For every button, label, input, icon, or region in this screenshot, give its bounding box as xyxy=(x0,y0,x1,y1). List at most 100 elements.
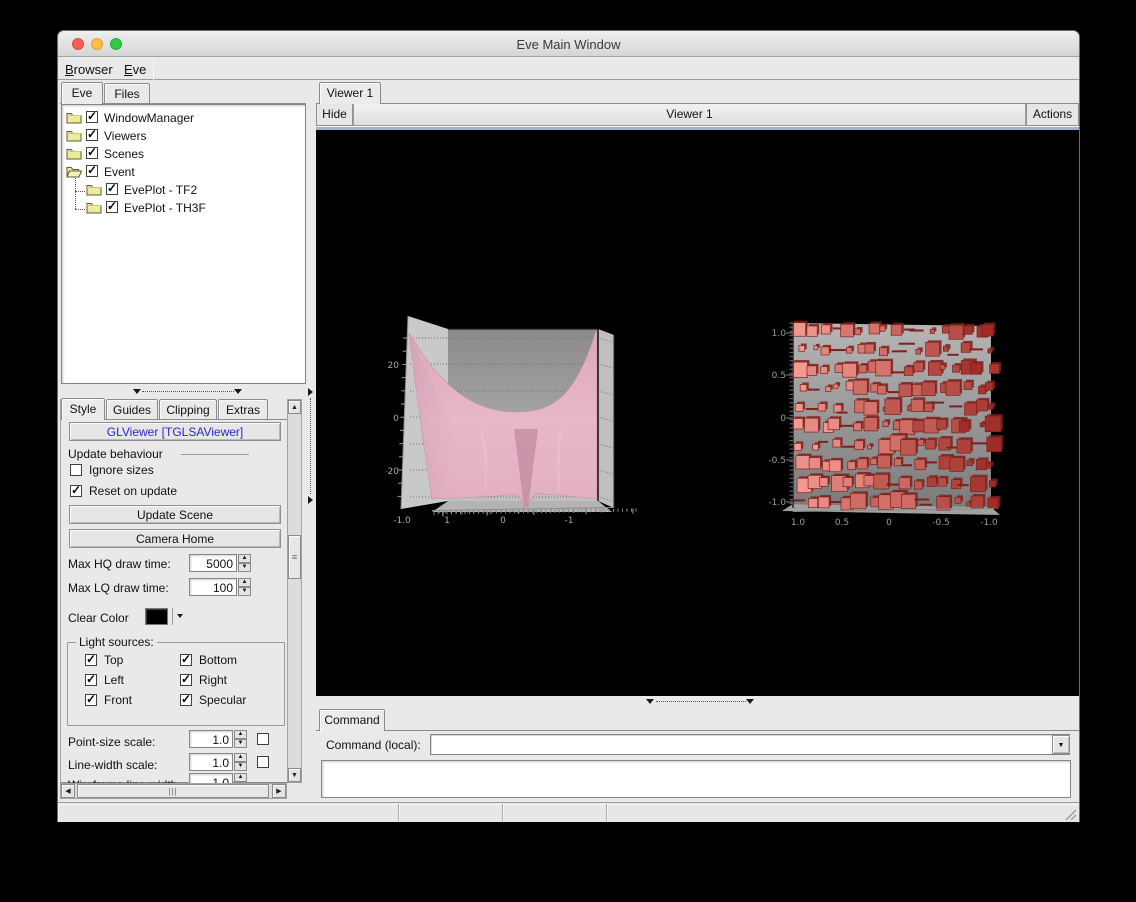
tree-connector xyxy=(75,191,85,192)
command-output-area[interactable] xyxy=(321,760,1071,798)
spin-down-button[interactable]: ▼ xyxy=(234,762,247,771)
scroll-down-button[interactable]: ▼ xyxy=(288,768,301,782)
light-right-label: Right xyxy=(199,673,227,687)
y-tick-label: 1.0 xyxy=(772,329,787,339)
menu-eve[interactable]: Eve xyxy=(124,62,146,77)
x-tick-label: 0 xyxy=(500,516,506,526)
status-bar xyxy=(58,802,1079,822)
tf2-surface-plot[interactable]: 20 0 -20 -1.0 1 0 -1 xyxy=(386,311,648,539)
tab-files[interactable]: Files xyxy=(104,83,150,104)
light-bottom-checkbox[interactable]: ✓ xyxy=(180,654,192,666)
light-left-checkbox[interactable]: ✓ xyxy=(85,674,97,686)
clear-color-dropdown-button[interactable] xyxy=(172,608,186,625)
x-tick-label: -1.0 xyxy=(980,518,998,528)
clear-color-swatch[interactable] xyxy=(145,608,168,625)
combo-dropdown-button[interactable]: ▼ xyxy=(1052,735,1070,754)
light-right-checkbox[interactable]: ✓ xyxy=(180,674,192,686)
spin-up-button[interactable]: ▲ xyxy=(234,753,247,762)
tree-connector xyxy=(75,175,76,209)
max-lq-label: Max LQ draw time: xyxy=(68,581,169,595)
spin-down-button[interactable]: ▼ xyxy=(238,563,251,572)
scrollbar-thumb[interactable]: ≡ xyxy=(288,535,301,579)
point-size-input[interactable]: 1.0 xyxy=(189,730,233,748)
tree-checkbox[interactable]: ✓ xyxy=(106,201,118,213)
light-top-checkbox[interactable]: ✓ xyxy=(85,654,97,666)
max-lq-input[interactable]: 100 xyxy=(189,578,237,596)
spin-down-button[interactable]: ▼ xyxy=(238,587,251,596)
th3f-box-plot[interactable]: 1.0 0.5 0 -0.5 -1.0 1.0 0.5 0 -0.5 -1.0 xyxy=(741,311,1009,533)
folder-icon xyxy=(66,147,82,160)
menu-browser[interactable]: Browser xyxy=(65,62,113,77)
tree-checkbox[interactable]: ✓ xyxy=(106,183,118,195)
x-tick-label: 1.0 xyxy=(791,518,806,528)
scroll-left-button[interactable]: ◀ xyxy=(61,784,75,798)
folder-icon xyxy=(86,201,102,214)
panel-vsplitter[interactable] xyxy=(307,82,316,800)
left-panel-hscrollbar[interactable]: ◀ ||| ▶ xyxy=(60,783,287,799)
hide-button[interactable]: Hide xyxy=(316,104,353,126)
folder-icon xyxy=(86,183,102,196)
z-tick-label: 0 xyxy=(393,414,399,424)
eve-tree-view[interactable]: ✓ WindowManager ✓ Viewers ✓ Scenes ✓ Eve… xyxy=(61,104,306,384)
splitter-arrow-icon xyxy=(308,388,313,396)
spin-up-button[interactable]: ▲ xyxy=(238,578,251,587)
splitter-arrow-icon xyxy=(308,496,313,504)
splitter-arrow-icon xyxy=(646,699,654,704)
tree-checkbox[interactable]: ✓ xyxy=(86,147,98,159)
scroll-right-button[interactable]: ▶ xyxy=(272,784,286,798)
eve-main-window: Eve Main Window Browser Eve Eve Files ✓ … xyxy=(57,30,1080,822)
point-size-checkbox[interactable] xyxy=(257,733,269,745)
tab-command[interactable]: Command xyxy=(319,709,385,731)
viewer-title-bar: Hide Viewer 1 Actions xyxy=(316,104,1079,126)
tree-checkbox[interactable]: ✓ xyxy=(86,129,98,141)
light-left-label: Left xyxy=(104,673,124,687)
tree-item-label: EvePlot - TF2 xyxy=(124,183,197,197)
reset-on-update-label: Reset on update xyxy=(89,484,177,498)
max-hq-input[interactable]: 5000 xyxy=(189,554,237,572)
light-front-checkbox[interactable]: ✓ xyxy=(85,694,97,706)
scrollbar-thumb[interactable]: ||| xyxy=(77,784,269,798)
splitter-arrow-icon xyxy=(746,699,754,704)
gl-viewport[interactable]: 20 0 -20 -1.0 1 0 -1 1.0 0.5 0 - xyxy=(316,130,1079,696)
ignore-sizes-checkbox[interactable] xyxy=(70,464,82,476)
tab-viewer-1[interactable]: Viewer 1 xyxy=(319,82,381,104)
tree-checkbox[interactable]: ✓ xyxy=(86,111,98,123)
tab-style[interactable]: Style xyxy=(61,398,105,420)
glviewer-settings-panel: GLViewer [TGLSAViewer] Update behaviour … xyxy=(60,399,287,783)
reset-on-update-checkbox[interactable]: ✓ xyxy=(70,485,82,497)
status-segment xyxy=(399,804,503,822)
scroll-up-button[interactable]: ▲ xyxy=(288,400,301,414)
status-segment xyxy=(503,804,607,822)
settings-scrollbar[interactable]: ▲ ≡ ▼ xyxy=(287,399,302,783)
spin-up-button[interactable]: ▲ xyxy=(238,554,251,563)
tab-eve[interactable]: Eve xyxy=(61,82,103,104)
title-bar[interactable]: Eve Main Window xyxy=(58,31,1079,57)
spin-up-button[interactable]: ▲ xyxy=(234,773,247,782)
tab-underline xyxy=(316,730,1079,731)
actions-button[interactable]: Actions xyxy=(1026,104,1079,126)
command-combobox[interactable]: ▼ xyxy=(430,734,1070,755)
x-tick-label: -1.0 xyxy=(393,516,411,526)
tree-checkbox[interactable]: ✓ xyxy=(86,165,98,177)
tree-item-label: Event xyxy=(104,165,135,179)
left-panel-splitter[interactable] xyxy=(60,386,306,397)
ignore-sizes-label: Ignore sizes xyxy=(89,463,154,477)
light-specular-checkbox[interactable]: ✓ xyxy=(180,694,192,706)
line-width-checkbox[interactable] xyxy=(257,756,269,768)
right-wall xyxy=(598,329,614,508)
resize-grip[interactable] xyxy=(1065,809,1077,821)
glviewer-button[interactable]: GLViewer [TGLSAViewer] xyxy=(69,422,281,441)
viewer-command-splitter[interactable] xyxy=(316,697,1079,708)
folder-icon xyxy=(66,111,82,124)
viewer-title[interactable]: Viewer 1 xyxy=(353,104,1026,126)
line-width-input[interactable]: 1.0 xyxy=(189,753,233,771)
spin-down-button[interactable]: ▼ xyxy=(234,739,247,748)
update-behaviour-label: Update behaviour xyxy=(68,447,163,461)
menu-separator xyxy=(153,58,154,80)
light-sources-label: Light sources: xyxy=(76,635,157,649)
update-scene-button[interactable]: Update Scene xyxy=(69,505,281,524)
camera-home-button[interactable]: Camera Home xyxy=(69,529,281,548)
status-segment xyxy=(58,804,399,822)
spin-up-button[interactable]: ▲ xyxy=(234,730,247,739)
command-input[interactable] xyxy=(432,736,1050,753)
